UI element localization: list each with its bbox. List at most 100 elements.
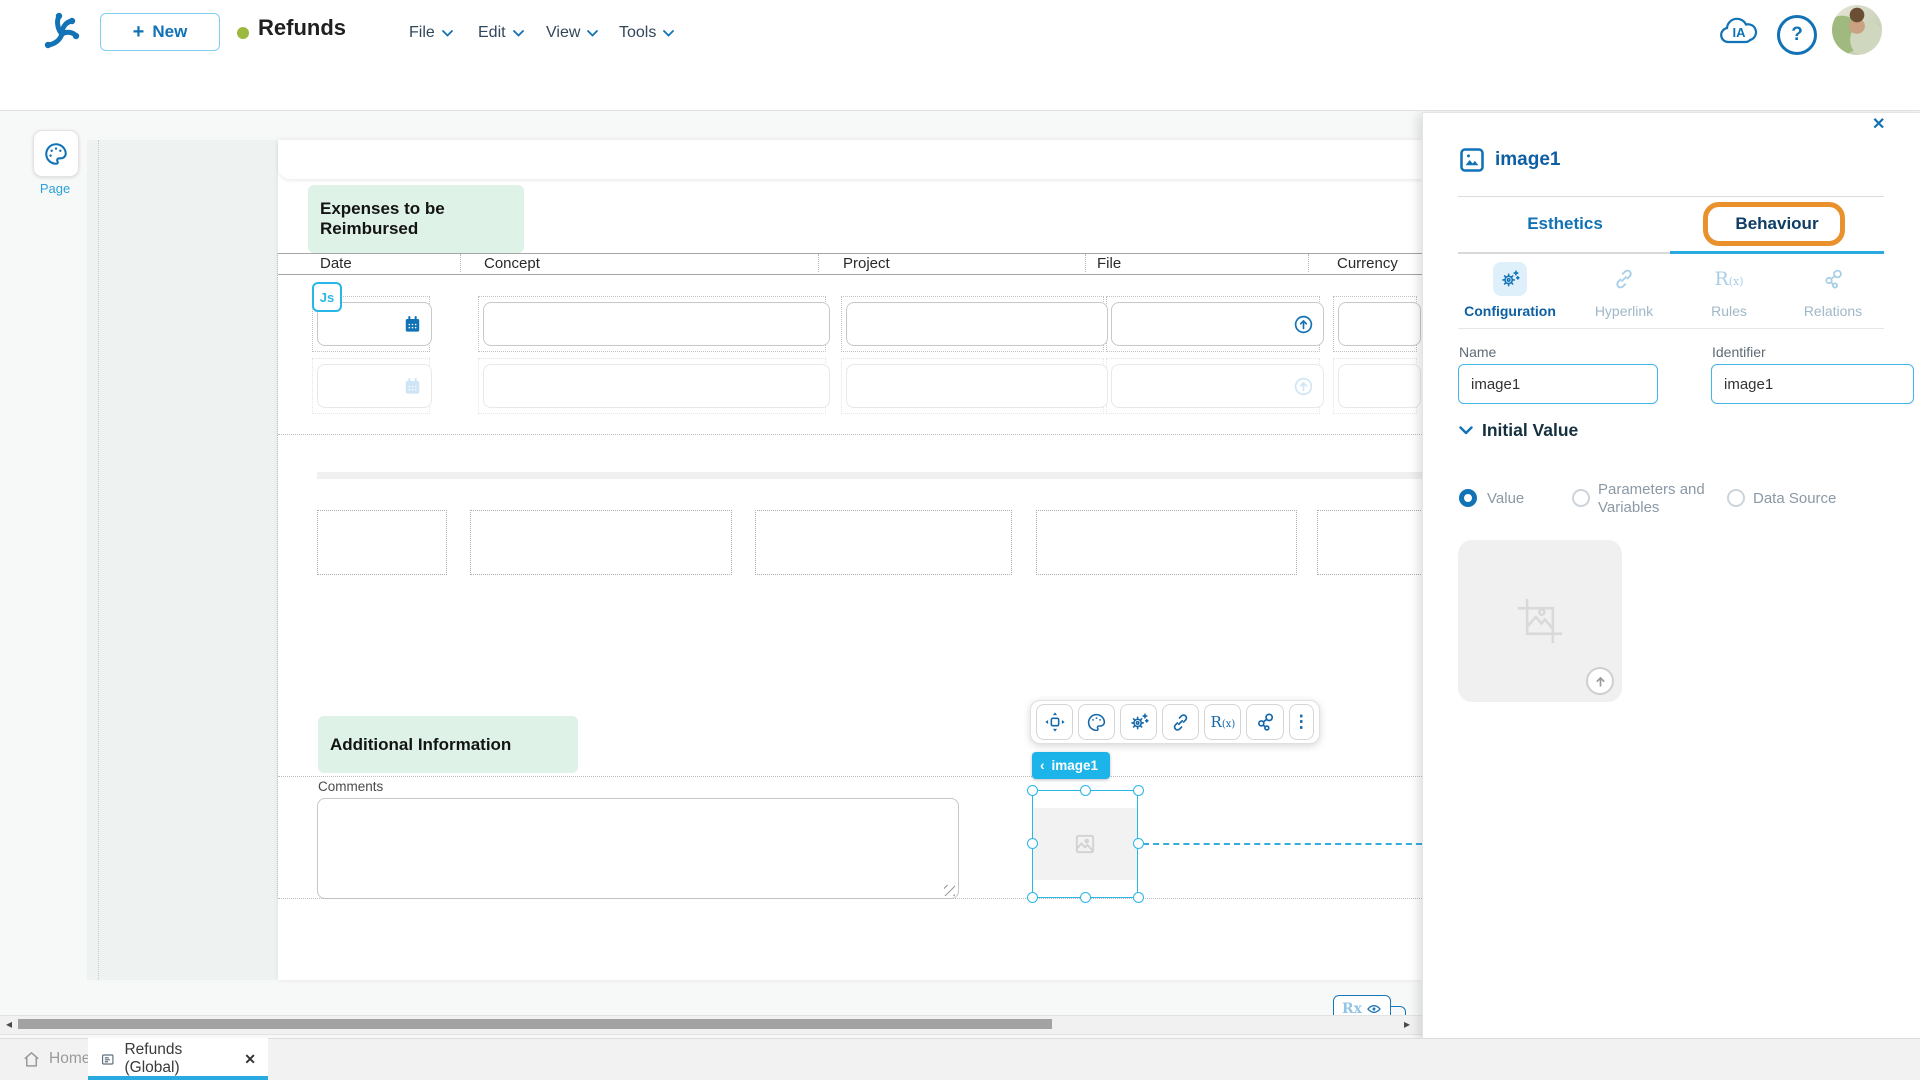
textarea-resize-grip[interactable] (944, 885, 955, 896)
selection-handle-nw[interactable] (1027, 785, 1038, 796)
selection-handle-n[interactable] (1080, 785, 1091, 796)
section-title-additional-info[interactable]: Additional Information (318, 716, 578, 773)
comments-textarea[interactable] (317, 798, 959, 899)
tab-refunds-global[interactable]: Refunds (Global) ✕ (88, 1038, 268, 1080)
active-tab-underline (1670, 251, 1884, 254)
upload-image-button[interactable] (1586, 667, 1614, 695)
column-header-file: File (1097, 255, 1121, 272)
menu-file[interactable]: File (409, 24, 453, 42)
upload-arrow-icon (1592, 673, 1609, 690)
menu-view[interactable]: View (546, 24, 598, 42)
chevron-down-icon (587, 30, 598, 37)
page-style-tool[interactable] (33, 130, 79, 177)
scroll-right-arrow[interactable]: ▸ (1404, 1017, 1410, 1031)
name-field[interactable] (1458, 364, 1658, 404)
more-options-button[interactable]: ⋮ (1289, 704, 1314, 740)
name-label: Name (1459, 344, 1496, 360)
column-separator (460, 254, 461, 272)
dropzone-guide-line (98, 140, 99, 980)
ai-assistant-button[interactable]: IA (1718, 15, 1760, 49)
image-crop-icon (1512, 593, 1568, 649)
user-avatar[interactable] (1832, 5, 1882, 55)
identifier-field[interactable] (1711, 364, 1914, 404)
home-icon (22, 1050, 41, 1069)
rules-rx-icon: R(x) (1712, 262, 1746, 296)
selection-handle-sw[interactable] (1027, 892, 1038, 903)
subtab-hyperlink-label: Hyperlink (1595, 303, 1653, 319)
subtab-configuration-label: Configuration (1464, 303, 1556, 319)
currency-input[interactable] (1338, 302, 1421, 346)
empty-grid-cell[interactable] (317, 510, 447, 575)
plus-icon: + (133, 22, 145, 42)
relations-button[interactable] (1246, 704, 1283, 740)
menu-tools[interactable]: Tools (619, 24, 674, 42)
panel-close-icon[interactable]: ✕ (1872, 114, 1885, 134)
header-bar: + New Refunds File Edit View Tools IA (0, 0, 1920, 63)
widget-selection-outline[interactable] (1032, 790, 1138, 898)
empty-grid-cell[interactable] (1317, 510, 1429, 575)
widget-context-toolbar: R(x) ⋮ (1030, 700, 1320, 744)
selection-handle-e[interactable] (1133, 838, 1144, 849)
radio-data-source[interactable] (1727, 489, 1745, 507)
date-input-template (317, 364, 432, 408)
claw-logo-icon (36, 8, 86, 54)
selected-widget-tag[interactable]: ‹ image1 (1032, 752, 1110, 779)
chevron-down-icon (1459, 426, 1473, 435)
project-input[interactable] (846, 302, 1108, 346)
column-separator (1085, 254, 1086, 272)
subtab-configuration[interactable]: Configuration (1458, 262, 1562, 319)
subtab-hyperlink[interactable]: Hyperlink (1572, 262, 1676, 319)
selection-handle-ne[interactable] (1133, 785, 1144, 796)
file-upload-input[interactable] (1111, 302, 1324, 346)
subtab-relations[interactable]: Relations (1781, 262, 1885, 319)
radio-parameters-variables[interactable] (1572, 489, 1590, 507)
comments-label: Comments (318, 779, 383, 794)
radio-value[interactable] (1459, 489, 1477, 507)
empty-grid-cell[interactable] (1036, 510, 1297, 575)
move-widget-button[interactable] (1036, 704, 1073, 740)
palette-icon (1086, 712, 1107, 733)
esthetics-button[interactable] (1078, 704, 1115, 740)
empty-grid-cell[interactable] (470, 510, 732, 575)
subtab-rules-label: Rules (1711, 303, 1747, 319)
relations-icon (1816, 262, 1850, 296)
link-icon (1607, 262, 1641, 296)
js-script-badge[interactable]: Js (312, 282, 342, 312)
collapse-chevron-icon: ‹ (1040, 758, 1045, 773)
home-tab[interactable]: Home (14, 1038, 98, 1080)
app-window: + New Refunds File Edit View Tools IA (0, 0, 1920, 1080)
menu-edit[interactable]: Edit (478, 24, 524, 42)
hyperlink-button[interactable] (1162, 704, 1199, 740)
page-tool-label: Page (33, 181, 77, 196)
column-separator (818, 254, 819, 272)
bottom-tab-bar (0, 1038, 1920, 1080)
rules-button[interactable]: R(x) (1204, 704, 1241, 740)
chevron-down-icon (442, 30, 453, 37)
scrollbar-thumb[interactable] (18, 1019, 1052, 1029)
tab-esthetics[interactable]: Esthetics (1485, 214, 1645, 234)
scroll-left-arrow[interactable]: ◂ (6, 1017, 12, 1031)
help-button[interactable]: ? (1777, 15, 1817, 55)
project-input-template (846, 364, 1108, 408)
configuration-button[interactable] (1120, 704, 1157, 740)
app-logo[interactable] (36, 8, 86, 54)
currency-input-template (1338, 364, 1421, 408)
selection-handle-s[interactable] (1080, 892, 1091, 903)
subtab-rules[interactable]: R(x) Rules (1677, 262, 1781, 319)
menu-file-label: File (409, 24, 435, 42)
concept-input[interactable] (483, 302, 830, 346)
concept-input-template (483, 364, 830, 408)
new-button[interactable]: + New (100, 13, 220, 51)
palette-icon (43, 141, 69, 167)
canvas-left-margin (87, 140, 278, 980)
tab-close-icon[interactable]: ✕ (244, 1051, 256, 1068)
tab-refunds-label: Refunds (Global) (124, 1041, 231, 1077)
initial-value-section-toggle[interactable]: Initial Value (1459, 420, 1578, 441)
section-title-expenses[interactable]: Expenses to be Reimbursed (308, 185, 524, 253)
grid-bottom-boundary (278, 434, 1422, 435)
empty-grid-cell[interactable] (755, 510, 1012, 575)
selection-handle-se[interactable] (1133, 892, 1144, 903)
selection-extension-line (1143, 843, 1422, 845)
selection-handle-w[interactable] (1027, 838, 1038, 849)
column-header-concept: Concept (484, 255, 540, 272)
